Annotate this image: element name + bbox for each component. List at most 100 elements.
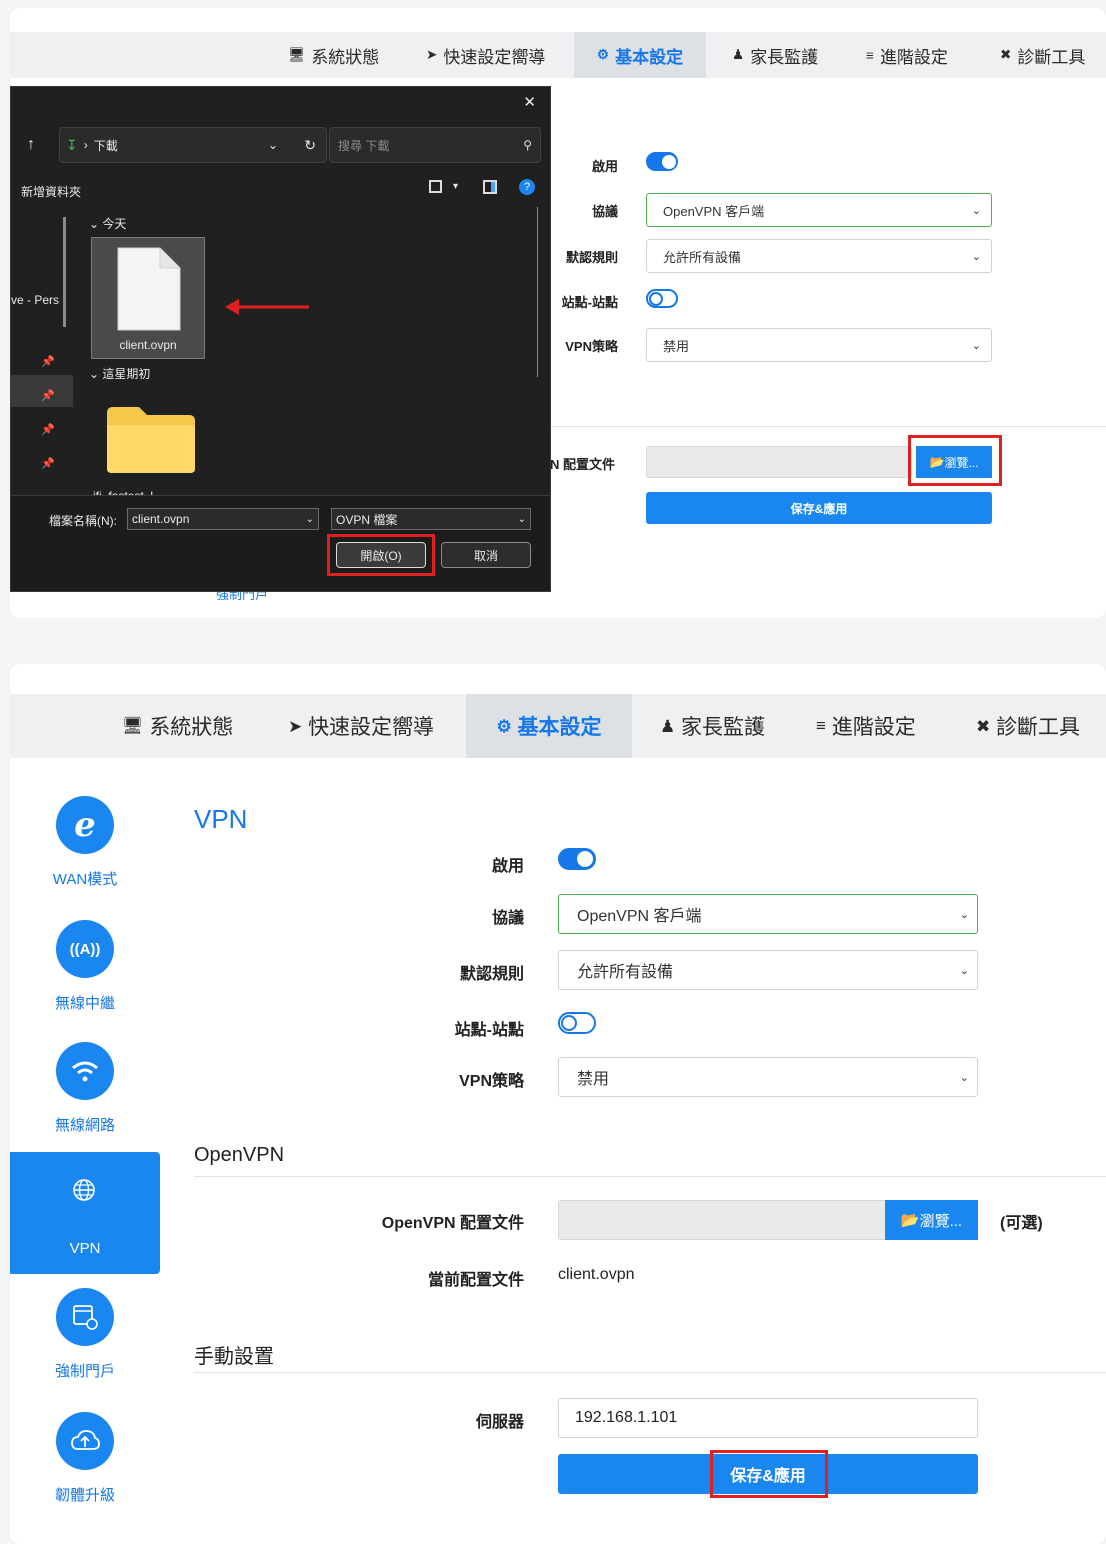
folder-icon: 📂 xyxy=(900,1212,920,1229)
group-week-label: 這星期初 xyxy=(102,367,151,381)
file-item-selected[interactable]: client.ovpn xyxy=(91,237,205,359)
nav-diagnostics[interactable]: ✖ 診斷工具 xyxy=(1000,32,1106,78)
divider xyxy=(194,1372,1106,1373)
address-bar[interactable]: ↧ › 下載 ⌄ ↻ xyxy=(59,127,327,163)
default-rule-select[interactable]: 允許所有設備 ⌄ xyxy=(646,239,992,273)
optional-label: (可選) xyxy=(1000,1215,1043,1232)
enable-toggle[interactable] xyxy=(558,848,596,870)
enable-toggle[interactable] xyxy=(646,152,678,171)
protocol-select[interactable]: OpenVPN 客戶端 ⌄ xyxy=(646,193,992,227)
nav-diagnostics[interactable]: ✖ 診斷工具 xyxy=(976,694,1106,758)
protocol-value: OpenVPN 客戶端 xyxy=(663,203,765,219)
nav-basic-settings[interactable]: ⚙ 基本設定 xyxy=(574,32,706,78)
sliders-icon: ≡ xyxy=(816,716,826,735)
protocol-label: 協議 xyxy=(491,910,524,927)
dialog-search[interactable]: 搜尋 下載 ⚲ xyxy=(329,127,541,163)
monitor-icon: 🖥 xyxy=(288,47,306,62)
nav-label: 系統狀態 xyxy=(311,47,380,67)
filename-input[interactable]: client.ovpn ⌄ xyxy=(127,508,319,530)
config-file-input[interactable] xyxy=(558,1200,888,1240)
site-to-site-toggle[interactable] xyxy=(646,289,678,308)
help-icon[interactable]: ? xyxy=(519,179,535,195)
top-nav-2: 🖥 系統狀態 ➤ 快速設定嚮導 ⚙ 基本設定 ♟ 家長監護 ≡ 進階設定 ✖ 診斷工具 xyxy=(10,694,1106,758)
chevron-down-icon[interactable]: ⌄ xyxy=(268,138,278,152)
preview-pane-icon[interactable] xyxy=(483,180,497,194)
nav-parental[interactable]: ♟ 家長監護 xyxy=(660,694,780,758)
cloud-upload-icon xyxy=(56,1412,114,1470)
toggle-knob xyxy=(561,1015,577,1031)
nav-label: 家長監護 xyxy=(750,47,819,67)
nav-basic-settings[interactable]: ⚙ 基本設定 xyxy=(466,694,632,758)
monitor-icon: 🖥 xyxy=(122,716,144,735)
protocol-select[interactable]: OpenVPN 客戶端 ⌄ xyxy=(558,894,978,934)
toggle-knob xyxy=(649,292,663,306)
scrollbar[interactable] xyxy=(537,207,538,377)
nav-quick-setup[interactable]: ➤ 快速設定嚮導 xyxy=(426,32,576,78)
top-nav-1: 🖥 系統狀態 ➤ 快速設定嚮導 ⚙ 基本設定 ♟ 家長監護 ≡ 進階設定 ✖ 診斷工具 xyxy=(10,32,1106,78)
protocol-value: OpenVPN 客戶端 xyxy=(577,908,702,925)
default-rule-value: 允許所有設備 xyxy=(663,249,742,265)
view-icon[interactable] xyxy=(429,180,442,193)
chevron-down-icon: ⌄ xyxy=(959,1071,969,1084)
browse-label: 瀏覽... xyxy=(919,1212,963,1230)
pin-icon: 📌 xyxy=(41,424,55,436)
chevron-down-icon: ⌄ xyxy=(971,250,981,263)
sidebar-item-label: 無線網路 xyxy=(54,1117,115,1134)
save-apply-button[interactable]: 保存&應用 xyxy=(646,492,992,524)
nav-system-status[interactable]: 🖥 系統狀態 xyxy=(288,32,418,78)
server-input[interactable]: 192.168.1.101 xyxy=(558,1398,978,1438)
scrollbar[interactable] xyxy=(63,217,66,327)
nav-pane-item[interactable]: ve - Pers xyxy=(11,293,67,307)
vpn-policy-value: 禁用 xyxy=(663,338,690,354)
up-arrow-icon[interactable]: ↑ xyxy=(27,136,35,154)
chevron-down-icon: ⌄ xyxy=(971,339,981,352)
screenshot-bottom: 🖥 系統狀態 ➤ 快速設定嚮導 ⚙ 基本設定 ♟ 家長監護 ≡ 進階設定 ✖ 診斷工具 e … xyxy=(10,664,1106,1544)
protocol-label: 協議 xyxy=(591,204,618,219)
toggle-knob xyxy=(577,851,593,867)
divider xyxy=(194,1176,1106,1177)
wifi-icon xyxy=(56,1042,114,1100)
config-file-input[interactable] xyxy=(646,446,912,478)
dialog-command-bar: 新增資料夾 ▾ ? xyxy=(11,179,550,203)
gear-icon: ⚙ xyxy=(596,47,610,62)
sidebar-item-label: VPN xyxy=(69,1240,101,1257)
sidebar-item-portal[interactable]: 強制門戶 xyxy=(10,1288,160,1381)
file-list: ⌄ 今天 client.ovpn ⌄ 這星期初 ifi_fastest_l xyxy=(83,207,538,499)
browse-button[interactable]: 📂 瀏覽... xyxy=(885,1200,978,1240)
chevron-down-icon[interactable]: ▾ xyxy=(453,181,458,192)
sidebar-item-vpn[interactable]: VPN xyxy=(10,1152,160,1274)
current-config-value: client.ovpn xyxy=(558,1266,635,1283)
enable-label: 啟用 xyxy=(491,858,524,875)
server-label: 伺服器 xyxy=(475,1414,524,1431)
sidebar-item-wireless[interactable]: 無線網路 xyxy=(10,1042,160,1135)
nav-parental[interactable]: ♟ 家長監護 xyxy=(732,32,842,78)
filename-value: client.ovpn xyxy=(132,512,190,526)
config-file-label: N 配置文件 xyxy=(550,457,616,472)
vpn-policy-select[interactable]: 禁用 ⌄ xyxy=(646,328,992,362)
nav-advanced[interactable]: ≡ 進階設定 xyxy=(816,694,946,758)
site-to-site-toggle[interactable] xyxy=(558,1012,596,1034)
default-rule-select[interactable]: 允許所有設備 ⌄ xyxy=(558,950,978,990)
chevron-down-icon: ⌄ xyxy=(517,513,526,525)
chevron-right-icon: › xyxy=(83,138,88,152)
close-icon[interactable]: ✕ xyxy=(523,93,536,111)
address-path: 下載 xyxy=(93,138,118,153)
pin-icon: 📌 xyxy=(41,356,55,368)
nav-label: 基本設定 xyxy=(517,716,602,739)
nav-system-status[interactable]: 🖥 系統狀態 xyxy=(122,694,252,758)
vpn-policy-select[interactable]: 禁用 ⌄ xyxy=(558,1057,978,1097)
sidebar-item-repeater[interactable]: ((A)) 無線中繼 xyxy=(10,920,160,1013)
chevron-down-icon: ⌄ xyxy=(89,217,100,231)
dialog-titlebar: ✕ xyxy=(11,87,550,117)
sidebar-item-firmware[interactable]: 韌體升級 xyxy=(10,1412,160,1505)
folder-icon[interactable] xyxy=(105,403,197,475)
nav-quick-setup[interactable]: ➤ 快速設定嚮導 xyxy=(288,694,448,758)
server-value: 192.168.1.101 xyxy=(575,1409,678,1426)
sidebar-item-wan[interactable]: e WAN模式 xyxy=(10,796,160,889)
filetype-select[interactable]: OVPN 檔案 ⌄ xyxy=(331,508,531,530)
cancel-button[interactable]: 取消 xyxy=(441,542,531,568)
nav-advanced[interactable]: ≡ 進階設定 xyxy=(866,32,976,78)
new-folder-button[interactable]: 新增資料夾 xyxy=(21,183,81,200)
refresh-icon[interactable]: ↻ xyxy=(304,137,316,154)
rocket-icon: ➤ xyxy=(426,47,438,62)
